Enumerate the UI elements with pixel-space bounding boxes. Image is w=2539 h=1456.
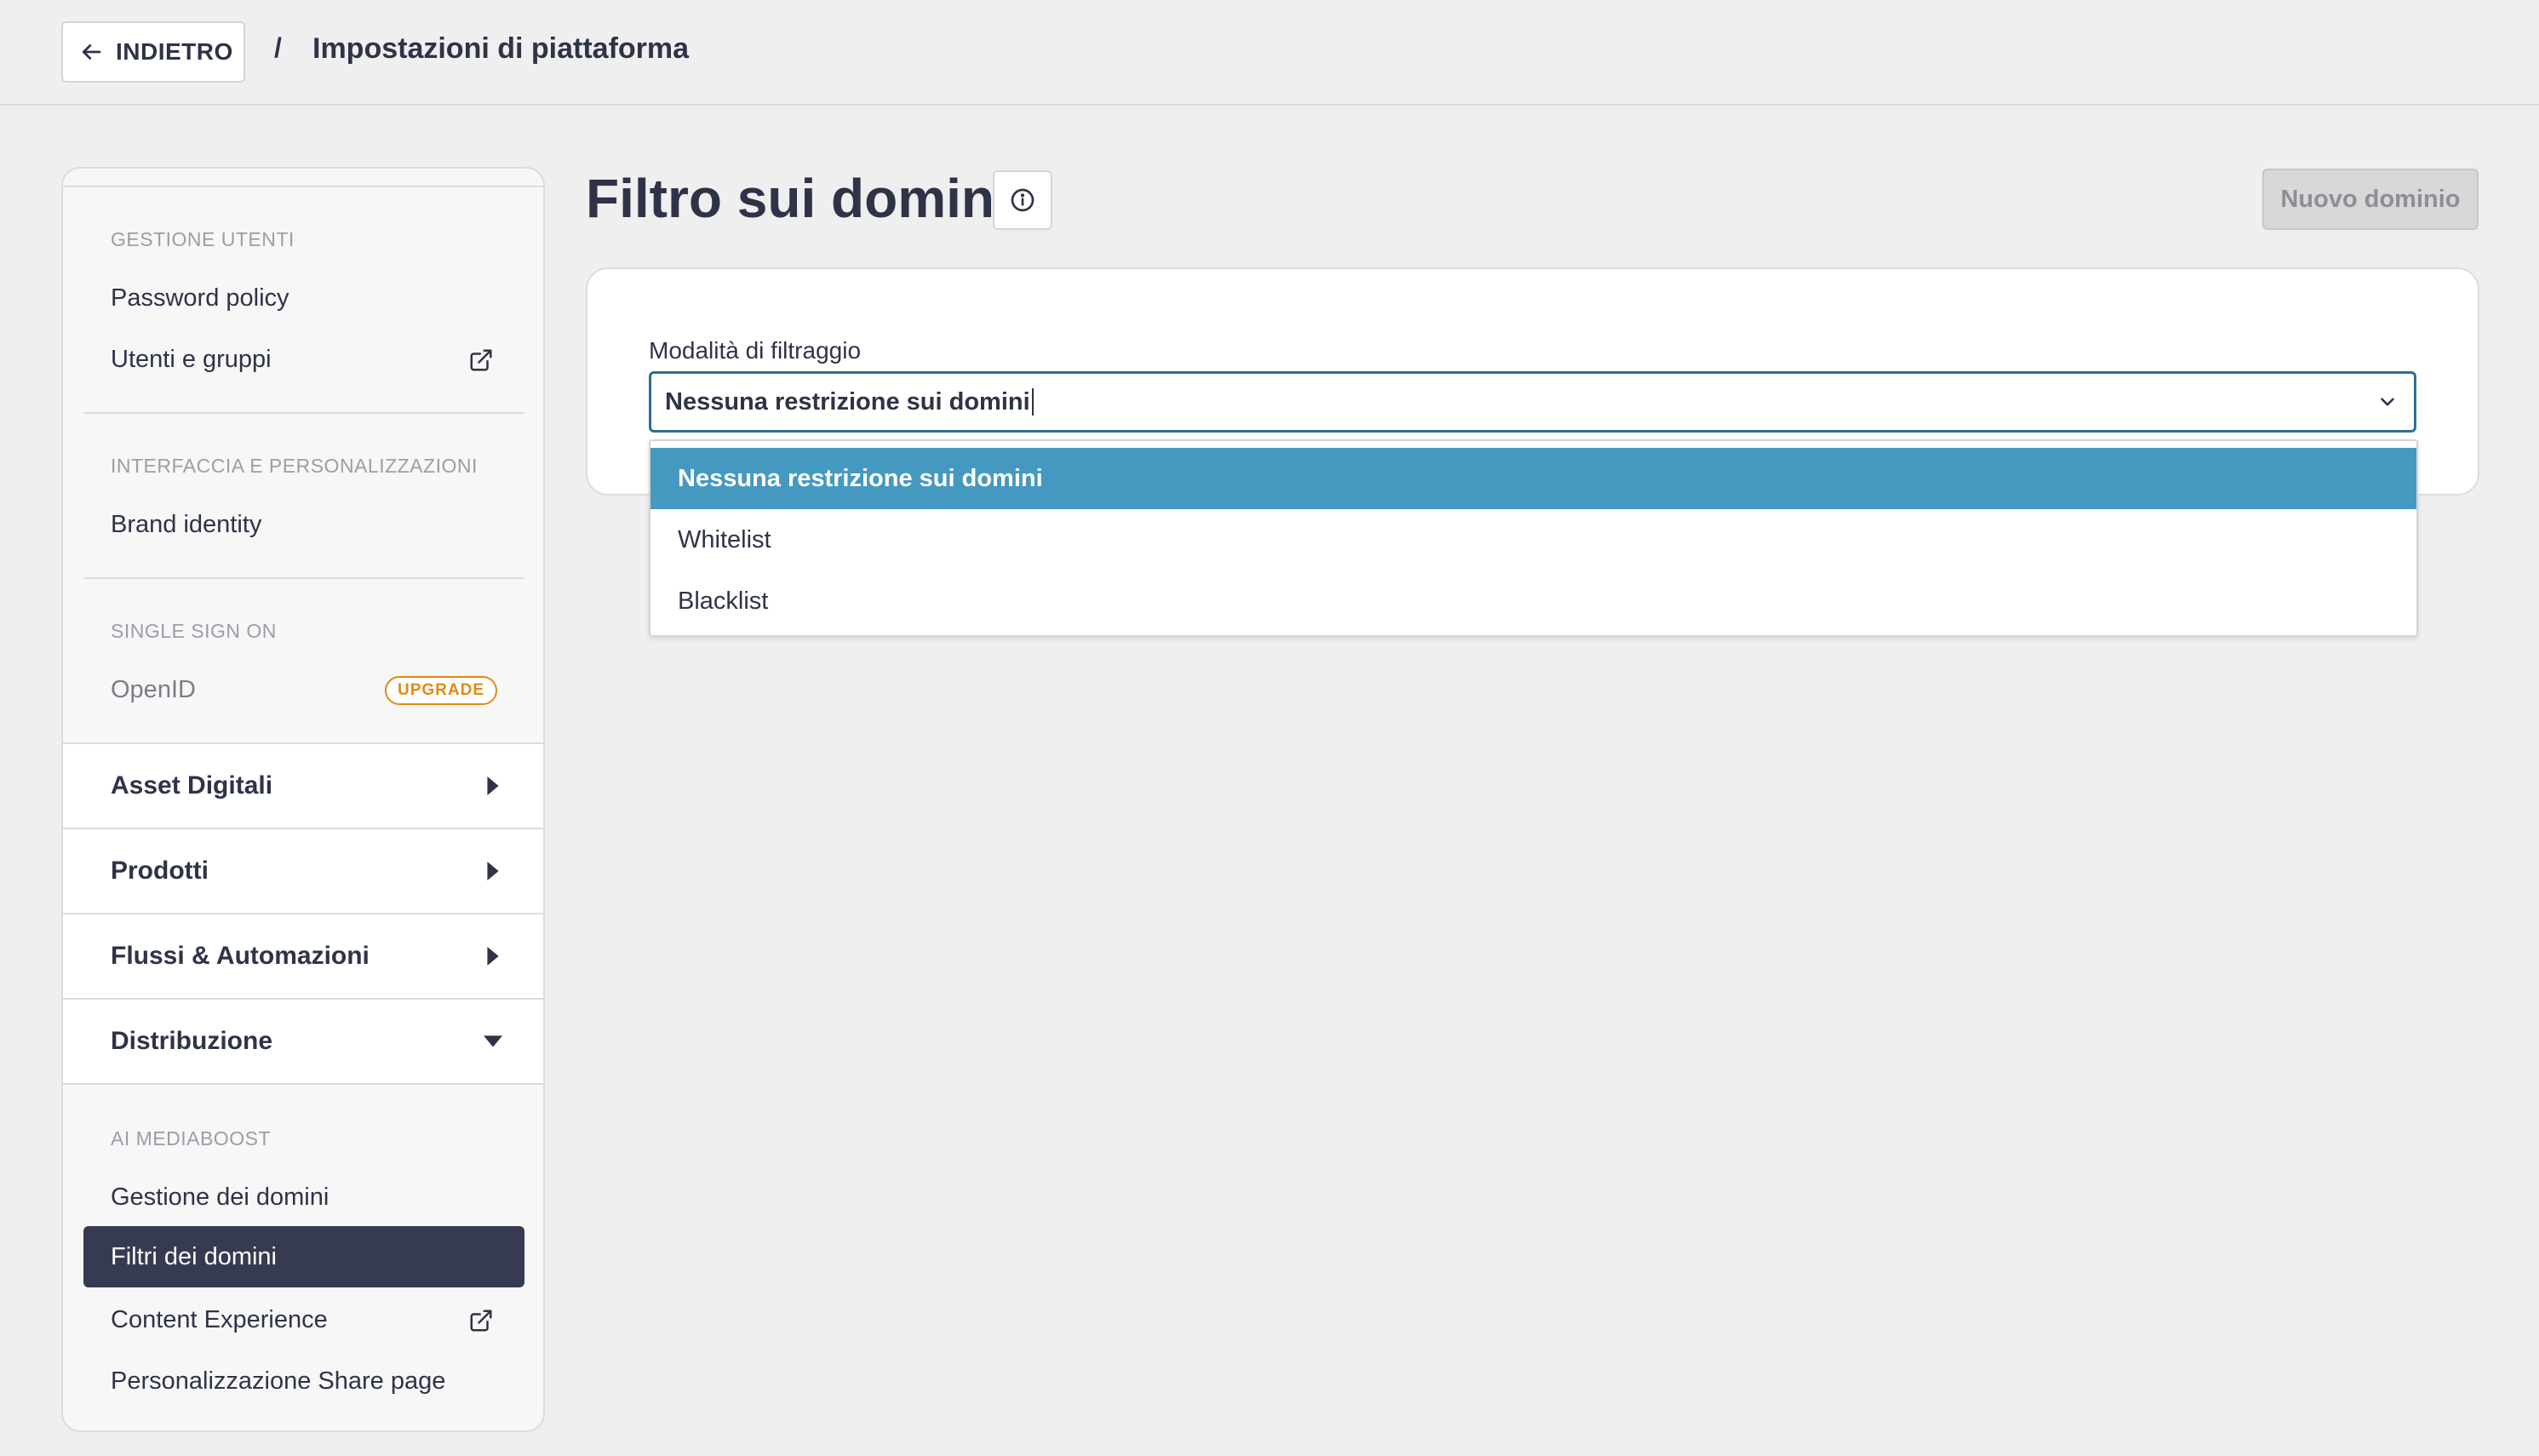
sidebar-item-share-page[interactable]: Personalizzazione Share page bbox=[111, 1367, 445, 1396]
sidebar-group-distribuzione[interactable]: Distribuzione bbox=[63, 998, 543, 1085]
external-link-icon[interactable] bbox=[468, 1308, 494, 1333]
text-cursor bbox=[1031, 388, 1034, 416]
section-divider bbox=[83, 412, 524, 414]
sidebar-item-password-policy[interactable]: Password policy bbox=[111, 284, 289, 312]
new-domain-button[interactable]: Nuovo dominio bbox=[2262, 169, 2479, 230]
section-divider bbox=[83, 577, 524, 579]
chevron-down-icon bbox=[2381, 398, 2394, 406]
back-button-label: INDIETRO bbox=[116, 38, 233, 65]
external-link-icon[interactable] bbox=[468, 347, 494, 373]
sidebar-item-domain-management[interactable]: Gestione dei domini bbox=[111, 1184, 329, 1212]
sidebar-group-label: Distribuzione bbox=[111, 1027, 273, 1055]
sidebar-item-content-experience[interactable]: Content Experience bbox=[111, 1306, 328, 1334]
filter-mode-value: Nessuna restrizione sui domini bbox=[665, 387, 1030, 416]
section-heading-ai-mediaboost: AI MEDIABOOST bbox=[111, 1127, 271, 1149]
filter-mode-select[interactable]: Nessuna restrizione sui domini bbox=[649, 371, 2416, 433]
sidebar-item-label: Filtri dei domini bbox=[111, 1242, 277, 1270]
sidebar-group-label: Prodotti bbox=[111, 857, 209, 885]
section-heading-user-management: GESTIONE UTENTI bbox=[111, 228, 295, 250]
sidebar-group-label: Asset Digitali bbox=[111, 771, 273, 800]
dropdown-option-no-restriction[interactable]: Nessuna restrizione sui domini bbox=[651, 448, 2416, 509]
filter-mode-label: Modalità di filtraggio bbox=[649, 337, 862, 364]
arrow-left-icon bbox=[82, 44, 101, 60]
sidebar-group-prodotti[interactable]: Prodotti bbox=[63, 828, 543, 913]
back-button[interactable]: INDIETRO bbox=[61, 21, 245, 83]
upgrade-badge[interactable]: UPGRADE bbox=[385, 676, 497, 705]
breadcrumb-separator: / bbox=[274, 32, 282, 63]
page-title: Filtro sui domini bbox=[586, 168, 1010, 229]
info-button[interactable] bbox=[993, 170, 1052, 230]
caret-right-icon bbox=[487, 862, 499, 880]
dropdown-option-blacklist[interactable]: Blacklist bbox=[651, 570, 2416, 632]
sidebar-top-divider bbox=[63, 186, 543, 187]
sidebar-item-users-groups[interactable]: Utenti e gruppi bbox=[111, 346, 272, 374]
caret-right-icon bbox=[487, 777, 499, 795]
section-heading-interface: INTERFACCIA E PERSONALIZZAZIONI bbox=[111, 455, 478, 477]
sidebar-group-asset-digitali[interactable]: Asset Digitali bbox=[63, 742, 543, 828]
breadcrumb-title: Impostazioni di piattaforma bbox=[312, 32, 690, 65]
sidebar-group-flussi[interactable]: Flussi & Automazioni bbox=[63, 913, 543, 998]
top-bar: INDIETRO / Impostazioni di piattaforma bbox=[0, 0, 2539, 106]
filter-mode-dropdown: Nessuna restrizione sui domini Whitelist… bbox=[649, 439, 2418, 637]
caret-right-icon bbox=[487, 947, 499, 966]
sidebar-item-domain-filters[interactable]: Filtri dei domini bbox=[83, 1226, 524, 1287]
settings-sidebar: GESTIONE UTENTI Password policy Utenti e… bbox=[61, 167, 545, 1432]
sidebar-item-brand-identity[interactable]: Brand identity bbox=[111, 511, 261, 539]
sidebar-item-openid[interactable]: OpenID bbox=[111, 676, 196, 704]
sidebar-group-label: Flussi & Automazioni bbox=[111, 942, 370, 970]
info-icon bbox=[1011, 188, 1035, 212]
caret-down-icon bbox=[484, 1035, 502, 1047]
dropdown-option-whitelist[interactable]: Whitelist bbox=[651, 509, 2416, 570]
section-heading-sso: SINGLE SIGN ON bbox=[111, 620, 277, 642]
